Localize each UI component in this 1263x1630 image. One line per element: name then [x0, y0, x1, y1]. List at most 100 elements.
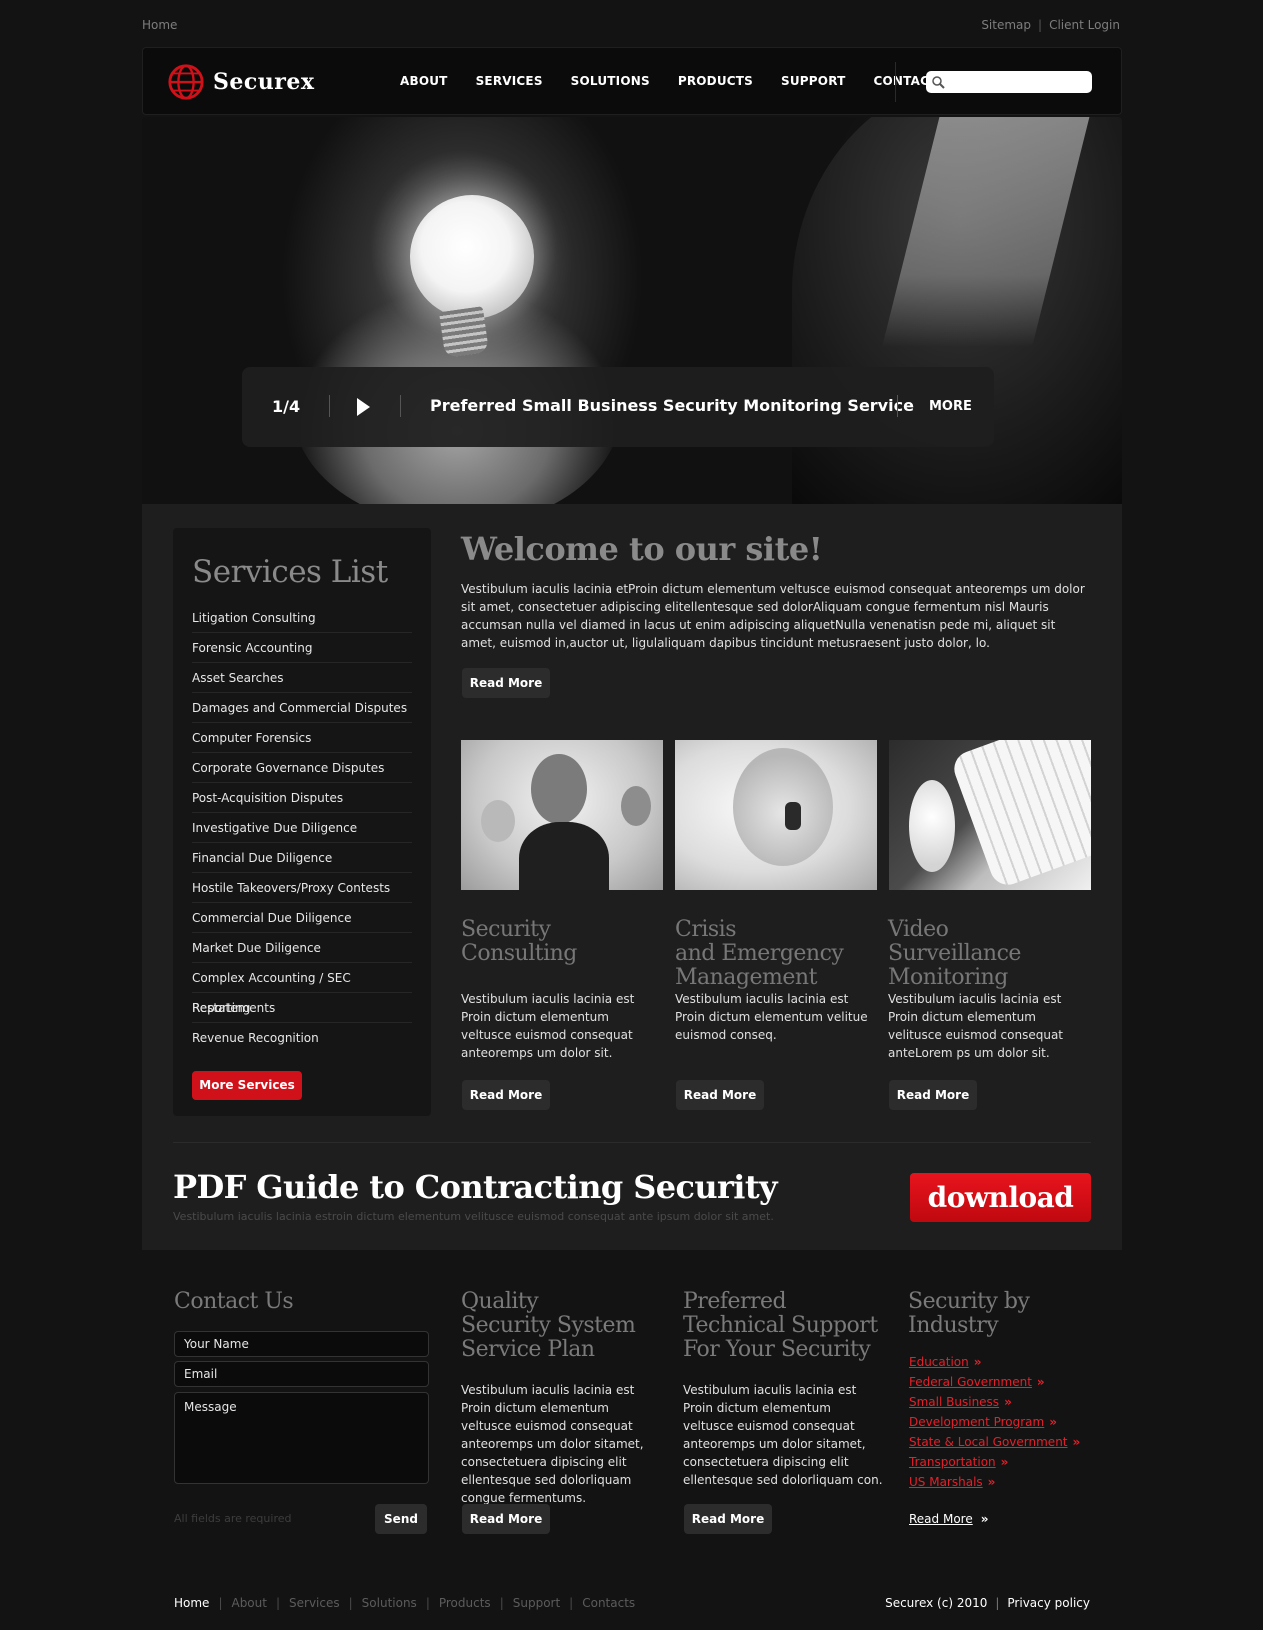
- industry-link-label: US Marshals: [909, 1475, 983, 1489]
- industry-link[interactable]: State & Local Government »: [909, 1435, 1080, 1455]
- search-input[interactable]: [926, 71, 1092, 93]
- service-link[interactable]: Hostile Takeovers/Proxy Contests: [192, 873, 412, 903]
- title-line: Security: [461, 917, 551, 942]
- service-link[interactable]: Restatements: [192, 993, 412, 1023]
- footer-nav-home[interactable]: Home: [174, 1596, 209, 1610]
- services-sidebar: Services List Litigation Consulting Fore…: [173, 528, 431, 1116]
- footer-nav-products[interactable]: Products: [439, 1596, 491, 1610]
- more-services-button[interactable]: More Services: [192, 1071, 302, 1100]
- service-link[interactable]: Damages and Commercial Disputes: [192, 693, 412, 723]
- divider: [400, 395, 401, 417]
- service-link[interactable]: Litigation Consulting: [192, 603, 412, 633]
- welcome-read-more-button[interactable]: Read More: [462, 668, 550, 698]
- services-list-title: Services List: [192, 554, 388, 590]
- industry-link[interactable]: Federal Government »: [909, 1375, 1080, 1395]
- footer-legal: Securex (c) 2010 | Privacy policy: [885, 1596, 1090, 1610]
- quality-read-more-button[interactable]: Read More: [462, 1504, 550, 1534]
- service-link[interactable]: Corporate Governance Disputes: [192, 753, 412, 783]
- chevron-right-icon: »: [1000, 1455, 1009, 1469]
- service-link[interactable]: Complex Accounting / SEC Reporting: [192, 963, 412, 1015]
- industry-link[interactable]: Small Business »: [909, 1395, 1080, 1415]
- chevron-right-icon: »: [987, 1475, 996, 1489]
- copyright: Securex (c) 2010: [885, 1596, 988, 1610]
- service-link[interactable]: Asset Searches: [192, 663, 412, 693]
- slide-title: Preferred Small Business Security Monito…: [430, 396, 914, 415]
- footer-nav-support[interactable]: Support: [513, 1596, 560, 1610]
- pdf-guide-title: PDF Guide to Contracting Security: [173, 1168, 778, 1206]
- service-link[interactable]: Computer Forensics: [192, 723, 412, 753]
- download-button[interactable]: download: [910, 1173, 1091, 1222]
- column-read-more-button[interactable]: Read More: [676, 1080, 764, 1110]
- service-link[interactable]: Revenue Recognition: [192, 1023, 412, 1053]
- title-line: Monitoring: [888, 965, 1008, 990]
- slider-caption-bar: 1/4 Preferred Small Business Security Mo…: [242, 367, 994, 447]
- title-line: Consulting: [461, 941, 577, 966]
- title-line: Technical Support: [683, 1313, 878, 1338]
- nav-divider: [895, 62, 896, 102]
- industry-link-label: Transportation: [909, 1455, 996, 1469]
- client-login-link[interactable]: Client Login: [1049, 18, 1120, 32]
- separator: |: [425, 1596, 430, 1610]
- divider: [173, 1142, 1091, 1143]
- industry-list: Education » Federal Government » Small Bus…: [909, 1355, 1080, 1495]
- lightbulb-image: [410, 195, 534, 319]
- message-field[interactable]: Message: [174, 1392, 429, 1484]
- photo-business-man: [461, 740, 663, 890]
- title-line: Preferred: [683, 1289, 787, 1314]
- service-link[interactable]: Forensic Accounting: [192, 633, 412, 663]
- nav-products[interactable]: PRODUCTS: [678, 74, 753, 88]
- service-link[interactable]: Market Due Diligence: [192, 933, 412, 963]
- send-button[interactable]: Send: [375, 1504, 427, 1534]
- industry-link-label: Small Business: [909, 1395, 1000, 1409]
- nav-solutions[interactable]: SOLUTIONS: [571, 74, 650, 88]
- nav-services[interactable]: SERVICES: [476, 74, 543, 88]
- industry-link[interactable]: Education »: [909, 1355, 1080, 1375]
- chevron-right-icon: »: [973, 1355, 982, 1369]
- name-field[interactable]: Your Name: [174, 1331, 429, 1357]
- email-field[interactable]: Email: [174, 1361, 429, 1387]
- nav-support[interactable]: SUPPORT: [781, 74, 845, 88]
- title-line: Quality: [461, 1289, 539, 1314]
- technical-read-more-button[interactable]: Read More: [684, 1504, 772, 1534]
- read-more-label: Read More: [909, 1512, 973, 1526]
- industry-link[interactable]: Transportation »: [909, 1455, 1080, 1475]
- industry-read-more-link[interactable]: Read More »: [909, 1512, 988, 1526]
- footer-nav-services[interactable]: Services: [289, 1596, 340, 1610]
- top-home-link[interactable]: Home: [142, 18, 177, 32]
- services-list: Litigation Consulting Forensic Accountin…: [192, 603, 412, 1053]
- technical-text: Vestibulum iaculis lacinia est Proin dic…: [683, 1383, 883, 1487]
- service-link[interactable]: Investigative Due Diligence: [192, 813, 412, 843]
- privacy-policy-link[interactable]: Privacy policy: [1007, 1596, 1090, 1610]
- title-line: Crisis: [675, 917, 737, 942]
- separator: |: [995, 1596, 1000, 1610]
- service-link[interactable]: Financial Due Diligence: [192, 843, 412, 873]
- column-text: Vestibulum iaculis lacinia est Proin dic…: [461, 992, 635, 1060]
- title-line: and Emergency: [675, 941, 844, 966]
- industry-link-label: State & Local Government: [909, 1435, 1068, 1449]
- column-read-more-button[interactable]: Read More: [462, 1080, 550, 1110]
- industry-link-label: Development Program: [909, 1415, 1045, 1429]
- welcome-text: Vestibulum iaculis lacinia etProin dictu…: [461, 582, 1085, 650]
- bottom-bar: Home | About | Services | Solutions | Products | S…: [142, 1596, 1122, 1612]
- play-icon[interactable]: [357, 398, 370, 416]
- logo[interactable]: Securex: [167, 63, 314, 101]
- contact-title: Contact Us: [174, 1289, 294, 1314]
- separator: |: [1038, 18, 1043, 32]
- main-nav: ABOUT SERVICES SOLUTIONS PRODUCTS SUPPOR…: [400, 74, 974, 88]
- sitemap-link[interactable]: Sitemap: [981, 18, 1031, 32]
- industry-link[interactable]: US Marshals »: [909, 1475, 1080, 1495]
- industry-link[interactable]: Development Program »: [909, 1415, 1080, 1435]
- nav-about[interactable]: ABOUT: [400, 74, 448, 88]
- footer-nav-solutions[interactable]: Solutions: [362, 1596, 417, 1610]
- hero-slider: 1/4 Preferred Small Business Security Mo…: [142, 117, 1122, 504]
- footer-nav-about[interactable]: About: [231, 1596, 266, 1610]
- footer-nav-contacts[interactable]: Contacts: [582, 1596, 635, 1610]
- separator: |: [569, 1596, 574, 1610]
- service-link[interactable]: Commercial Due Diligence: [192, 903, 412, 933]
- column-read-more-button[interactable]: Read More: [889, 1080, 977, 1110]
- slide-more-link[interactable]: MORE: [929, 399, 972, 414]
- chevron-right-icon: »: [1004, 1395, 1012, 1409]
- service-link[interactable]: Post-Acquisition Disputes: [192, 783, 412, 813]
- chevron-right-icon: »: [1072, 1435, 1081, 1449]
- logo-text: Securex: [213, 69, 315, 95]
